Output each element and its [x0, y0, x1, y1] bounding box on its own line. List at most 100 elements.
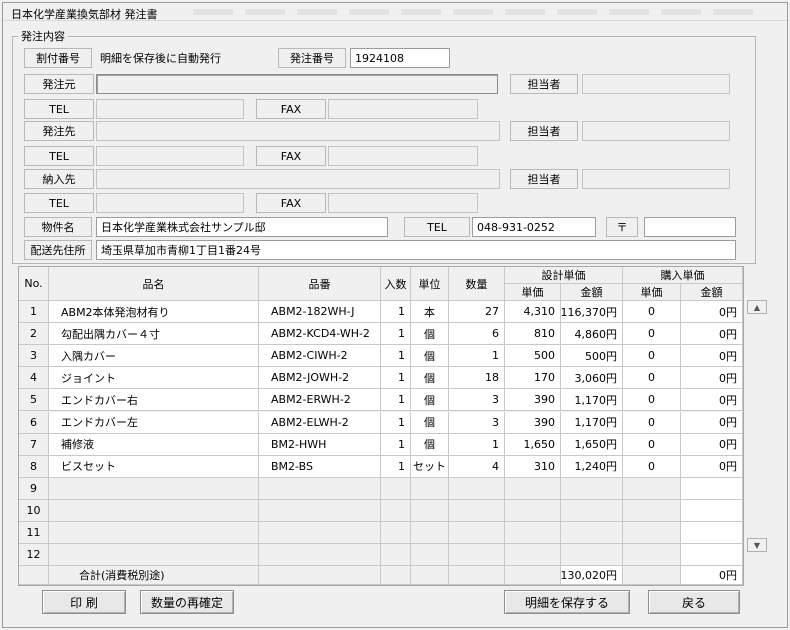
table-cell-amount[interactable]: [561, 499, 623, 522]
table-cell-qty-per[interactable]: [381, 477, 411, 500]
table-cell-qty-per[interactable]: [381, 544, 411, 567]
table-cell-price[interactable]: 390: [505, 411, 561, 434]
property-field[interactable]: 日本化学産業株式会社サンプル邸: [96, 217, 388, 237]
table-cell-qty-per[interactable]: 1: [381, 367, 411, 390]
table-cell-code[interactable]: [259, 499, 381, 522]
table-cell-p-amount[interactable]: [681, 544, 743, 567]
table-cell-code[interactable]: [259, 522, 381, 545]
table-cell-amount[interactable]: 1,170円: [561, 389, 623, 412]
table-cell-amount[interactable]: 4,860円: [561, 323, 623, 346]
table-cell-price[interactable]: 4,310: [505, 301, 561, 324]
property-tel-field[interactable]: 048-931-0252: [472, 217, 596, 237]
table-cell-name[interactable]: 補修液: [49, 433, 259, 456]
table-cell-qty[interactable]: 18: [449, 367, 505, 390]
table-cell-qty[interactable]: 6: [449, 323, 505, 346]
table-cell-p-price[interactable]: [623, 522, 681, 545]
table-cell-price[interactable]: [505, 522, 561, 545]
table-cell-qty[interactable]: 1: [449, 433, 505, 456]
table-cell-price[interactable]: 310: [505, 455, 561, 478]
table-cell-p-amount[interactable]: 0円: [681, 301, 743, 324]
to-fax-field[interactable]: [328, 146, 478, 166]
table-cell-p-price[interactable]: 0: [623, 455, 681, 478]
table-cell-unit[interactable]: 個: [411, 433, 449, 456]
save-details-button[interactable]: 明細を保存する: [504, 590, 630, 614]
table-cell-amount[interactable]: [561, 522, 623, 545]
table-cell-name[interactable]: [49, 522, 259, 545]
table-cell-price[interactable]: 500: [505, 345, 561, 368]
table-cell-price[interactable]: 390: [505, 389, 561, 412]
table-cell-code[interactable]: [259, 544, 381, 567]
table-cell-code[interactable]: ABM2-ELWH-2: [259, 411, 381, 434]
table-cell-amount[interactable]: 116,370円: [561, 301, 623, 324]
table-cell-qty-per[interactable]: 1: [381, 301, 411, 324]
table-cell-p-price[interactable]: 0: [623, 345, 681, 368]
deliver-tel-field[interactable]: [96, 193, 244, 213]
scroll-down-button[interactable]: ▼: [747, 538, 767, 552]
reconfirm-qty-button[interactable]: 数量の再確定: [140, 590, 234, 614]
table-cell-name[interactable]: ABM2本体発泡材有り: [49, 301, 259, 324]
table-cell-p-amount[interactable]: [681, 477, 743, 500]
table-cell-unit[interactable]: 個: [411, 411, 449, 434]
from-fax-field[interactable]: [328, 99, 478, 119]
print-button[interactable]: 印 刷: [42, 590, 126, 614]
table-cell-p-amount[interactable]: 0円: [681, 455, 743, 478]
table-cell-p-price[interactable]: 0: [623, 433, 681, 456]
table-cell-price[interactable]: 810: [505, 323, 561, 346]
table-cell-unit[interactable]: セット: [411, 455, 449, 478]
table-cell-qty-per[interactable]: 1: [381, 411, 411, 434]
table-cell-unit[interactable]: [411, 499, 449, 522]
table-cell-price[interactable]: 1,650: [505, 433, 561, 456]
table-cell-code[interactable]: ABM2-ERWH-2: [259, 389, 381, 412]
table-cell-amount[interactable]: [561, 477, 623, 500]
table-cell-code[interactable]: ABM2-CIWH-2: [259, 345, 381, 368]
table-cell-name[interactable]: エンドカバー左: [49, 411, 259, 434]
table-cell-unit[interactable]: [411, 522, 449, 545]
table-cell-unit[interactable]: [411, 544, 449, 567]
table-cell-qty-per[interactable]: [381, 499, 411, 522]
table-cell-qty-per[interactable]: 1: [381, 323, 411, 346]
from-person-field[interactable]: [582, 74, 730, 94]
table-cell-p-amount[interactable]: 0円: [681, 411, 743, 434]
postal-field[interactable]: [644, 217, 736, 237]
table-cell-code[interactable]: BM2-HWH: [259, 433, 381, 456]
deliver-field[interactable]: [96, 169, 500, 189]
deliver-person-field[interactable]: [582, 169, 730, 189]
table-cell-name[interactable]: [49, 477, 259, 500]
table-cell-p-price[interactable]: [623, 499, 681, 522]
table-cell-p-amount[interactable]: 0円: [681, 323, 743, 346]
table-cell-name[interactable]: ビスセット: [49, 455, 259, 478]
table-cell-unit[interactable]: [411, 477, 449, 500]
deliver-fax-field[interactable]: [328, 193, 478, 213]
table-cell-price[interactable]: [505, 499, 561, 522]
table-cell-price[interactable]: [505, 477, 561, 500]
table-cell-qty-per[interactable]: [381, 522, 411, 545]
table-cell-code[interactable]: ABM2-JOWH-2: [259, 367, 381, 390]
table-cell-amount[interactable]: 1,650円: [561, 433, 623, 456]
table-cell-name[interactable]: 勾配出隅カバー４寸: [49, 323, 259, 346]
table-cell-qty[interactable]: 27: [449, 301, 505, 324]
table-cell-amount[interactable]: 500円: [561, 345, 623, 368]
table-cell-amount[interactable]: 1,240円: [561, 455, 623, 478]
table-cell-p-amount[interactable]: [681, 522, 743, 545]
table-cell-p-amount[interactable]: [681, 499, 743, 522]
table-cell-price[interactable]: 170: [505, 367, 561, 390]
table-cell-p-price[interactable]: 0: [623, 411, 681, 434]
table-cell-name[interactable]: 入隅カバー: [49, 345, 259, 368]
scroll-up-button[interactable]: ▲: [747, 300, 767, 314]
table-cell-unit[interactable]: 個: [411, 345, 449, 368]
table-cell-unit[interactable]: 個: [411, 367, 449, 390]
order-no-field[interactable]: 1924108: [350, 48, 450, 68]
table-cell-code[interactable]: ABM2-182WH-J: [259, 301, 381, 324]
table-cell-qty[interactable]: [449, 477, 505, 500]
table-cell-code[interactable]: [259, 477, 381, 500]
table-cell-p-amount[interactable]: 0円: [681, 345, 743, 368]
table-cell-qty-per[interactable]: 1: [381, 433, 411, 456]
table-cell-qty[interactable]: 3: [449, 389, 505, 412]
table-cell-code[interactable]: BM2-BS: [259, 455, 381, 478]
table-cell-amount[interactable]: 3,060円: [561, 367, 623, 390]
table-cell-p-price[interactable]: [623, 544, 681, 567]
from-tel-field[interactable]: [96, 99, 244, 119]
table-cell-qty-per[interactable]: 1: [381, 455, 411, 478]
table-cell-qty-per[interactable]: 1: [381, 345, 411, 368]
table-cell-p-amount[interactable]: 0円: [681, 367, 743, 390]
